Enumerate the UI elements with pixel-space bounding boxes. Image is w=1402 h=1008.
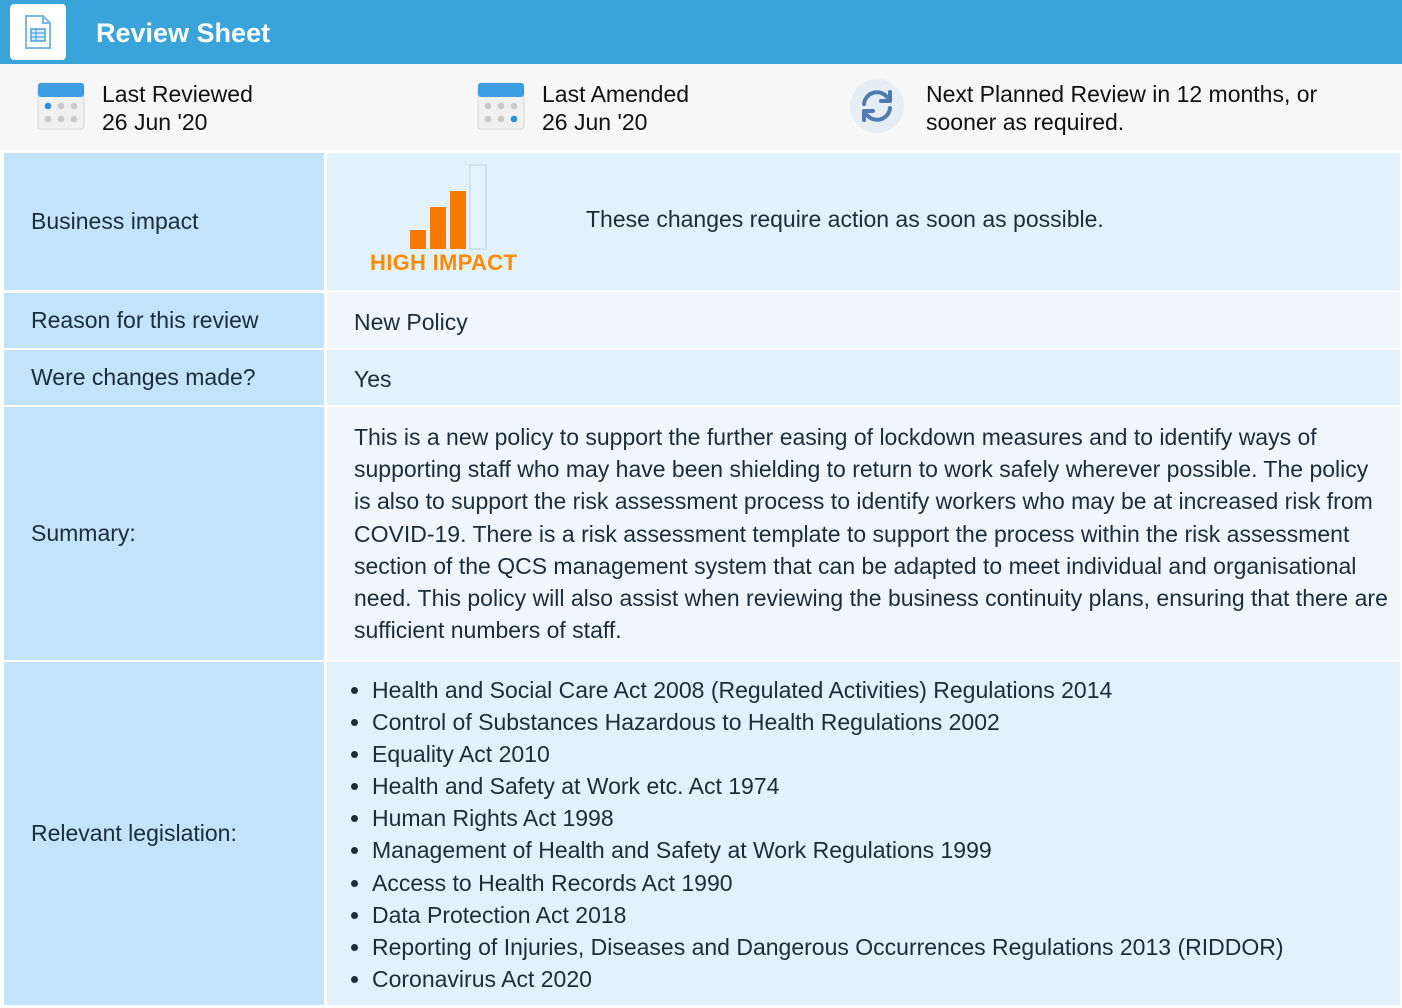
reason-label: Reason for this review (31, 307, 259, 333)
list-item: Human Rights Act 1998 (372, 802, 1284, 834)
row-summary: Summary: This is a new policy to support… (0, 404, 1402, 663)
list-item: Coronavirus Act 2020 (372, 963, 1284, 995)
row-value: This is a new policy to support the furt… (327, 407, 1400, 660)
list-item: Access to Health Records Act 1990 (372, 867, 1284, 899)
row-changes: Were changes made? Yes (0, 347, 1402, 408)
list-item: Management of Health and Safety at Work … (372, 834, 1284, 866)
review-meta-bar: Last Reviewed 26 Jun '20 Last Amended 26… (0, 64, 1402, 150)
changes-value: Yes (354, 366, 392, 392)
business-impact-description: These changes require action as soon as … (586, 206, 1104, 232)
legislation-list: Health and Social Care Act 2008 (Regulat… (354, 674, 1284, 995)
row-reason: Reason for this review New Policy (0, 290, 1402, 351)
row-business-impact: Business impact HIGH IMPACT These change… (0, 150, 1402, 293)
row-value: Yes (327, 350, 1400, 405)
row-value: HIGH IMPACT These changes require action… (327, 153, 1400, 290)
last-reviewed-label: Last Reviewed (102, 81, 253, 107)
list-item: Equality Act 2010 (372, 738, 1284, 770)
impact-bars-icon (410, 164, 487, 250)
last-amended-date: 26 Jun '20 (542, 109, 648, 135)
row-label: Business impact (4, 153, 324, 290)
row-legislation: Relevant legislation: Health and Social … (0, 659, 1402, 1008)
changes-label: Were changes made? (31, 364, 256, 390)
next-review-line1: Next Planned Review in 12 months, or (926, 81, 1318, 107)
business-impact-label: Business impact (31, 208, 199, 234)
row-label: Relevant legislation: (4, 662, 324, 1005)
document-icon (10, 4, 66, 60)
refresh-icon (849, 78, 905, 139)
reason-value: New Policy (354, 309, 468, 335)
last-amended-label: Last Amended (542, 81, 690, 107)
last-reviewed-date: 26 Jun '20 (102, 109, 208, 135)
review-sheet: Review Sheet Last Reviewed 26 Jun '20 La… (0, 0, 1402, 1005)
summary-label: Summary: (31, 520, 136, 546)
summary-text: This is a new policy to support the furt… (354, 424, 1388, 644)
calendar-icon (477, 82, 525, 135)
header-bar: Review Sheet (0, 0, 1402, 64)
row-label: Summary: (4, 407, 324, 660)
list-item: Health and Social Care Act 2008 (Regulat… (372, 674, 1284, 706)
list-item: Data Protection Act 2018 (372, 899, 1284, 931)
page-title: Review Sheet (96, 18, 271, 48)
row-value: Health and Social Care Act 2008 (Regulat… (327, 662, 1400, 1005)
row-label: Were changes made? (4, 350, 324, 405)
list-item: Reporting of Injuries, Diseases and Dang… (372, 931, 1284, 963)
list-item: Health and Safety at Work etc. Act 1974 (372, 770, 1284, 802)
next-review-line2: sooner as required. (926, 109, 1125, 135)
legislation-label: Relevant legislation: (31, 820, 237, 846)
row-label: Reason for this review (4, 293, 324, 348)
impact-level-badge: HIGH IMPACT (370, 250, 518, 275)
list-item: Control of Substances Hazardous to Healt… (372, 706, 1284, 738)
calendar-icon (37, 82, 85, 135)
row-value: New Policy (327, 293, 1400, 348)
